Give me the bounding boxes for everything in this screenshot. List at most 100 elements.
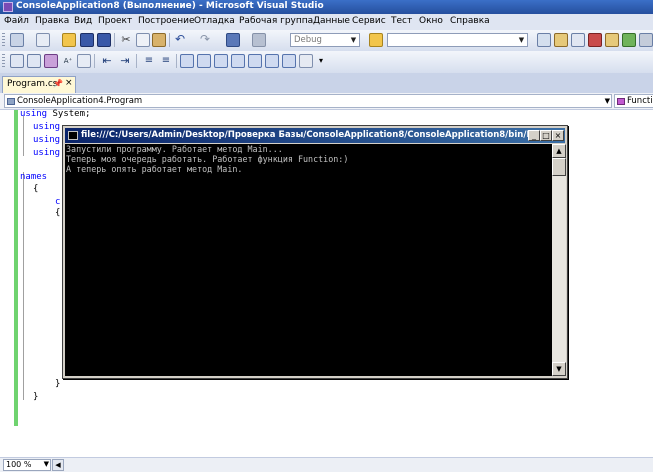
config-value: Debug	[294, 35, 322, 45]
console-vertical-scrollbar[interactable]: ▲ ▼	[552, 144, 566, 376]
find-combo[interactable]: ▼	[387, 33, 528, 47]
toolbar-grip[interactable]	[2, 33, 5, 47]
standard-toolbar: ✂ ↶ ↷ Debug ▼ ▼	[0, 30, 653, 52]
text-editor-toolbar: A⁺ ⇤ ⇥ ≡ ≡ ▾	[0, 51, 653, 74]
keyword: names	[20, 172, 48, 182]
code-brace-close-inner: }	[55, 379, 61, 389]
start-page-icon[interactable]	[622, 33, 636, 47]
new-project-icon[interactable]	[10, 33, 24, 47]
redo-icon[interactable]: ↷	[198, 33, 212, 47]
save-all-icon[interactable]	[97, 33, 111, 47]
display-object-member-list-icon[interactable]	[10, 54, 24, 68]
toolbar-options-icon[interactable]: ▾	[314, 54, 328, 68]
pin-icon[interactable]: 📌	[53, 79, 63, 88]
add-item-icon[interactable]	[36, 33, 50, 47]
scroll-thumb[interactable]	[552, 158, 566, 176]
member-selector-combo[interactable]: Function	[614, 94, 653, 108]
scroll-up-button[interactable]: ▲	[552, 144, 566, 158]
menu-build[interactable]: Построение	[138, 16, 195, 26]
menu-data[interactable]: Данные	[313, 16, 350, 26]
console-icon	[68, 131, 78, 140]
toolbox-icon[interactable]	[588, 33, 602, 47]
code-line-4: using	[33, 148, 60, 158]
copy-icon[interactable]	[136, 33, 150, 47]
properties-icon[interactable]	[554, 33, 568, 47]
chevron-down-icon[interactable]: ▼	[516, 34, 527, 46]
menu-help[interactable]: Справка	[450, 16, 490, 26]
navigate-backward-icon[interactable]	[226, 33, 240, 47]
parameter-info-icon[interactable]	[27, 54, 41, 68]
uncomment-icon[interactable]: ≡	[159, 54, 173, 68]
menu-window[interactable]: Окно	[419, 16, 443, 26]
keyword: using	[33, 135, 61, 145]
console-window[interactable]: file:///C:/Users/Admin/Desktop/Проверка …	[62, 125, 568, 379]
bookmark-folder-previous-icon[interactable]	[231, 54, 245, 68]
find-in-files-icon[interactable]	[369, 33, 383, 47]
code-brace-close: }	[33, 392, 39, 402]
chevron-down-icon[interactable]: ▼	[605, 95, 610, 107]
chevron-down-icon[interactable]: ▼	[44, 460, 49, 468]
toolbar-separator	[176, 54, 177, 68]
zoom-value: 100 %	[6, 460, 32, 469]
code-brace-open: {	[33, 184, 39, 194]
menu-file[interactable]: Файл	[4, 16, 29, 26]
zoom-combo[interactable]: 100 % ▼	[3, 459, 51, 471]
class-icon	[7, 98, 15, 105]
menu-test[interactable]: Тест	[391, 16, 412, 26]
open-folder-icon[interactable]	[62, 33, 76, 47]
menu-tools[interactable]: Сервис	[352, 16, 386, 26]
type-selector-combo[interactable]: ConsoleApplication4.Program ▼	[4, 94, 612, 108]
menu-project[interactable]: Проект	[98, 16, 132, 26]
menu-view[interactable]: Вид	[74, 16, 92, 26]
other-windows-icon[interactable]	[639, 33, 653, 47]
close-button[interactable]: ×	[552, 130, 564, 141]
comment-out-icon[interactable]: ≡	[142, 54, 156, 68]
close-icon[interactable]: ×	[65, 78, 73, 88]
console-line: Теперь моя очередь работать. Работает фу…	[66, 154, 349, 164]
code-line-2: using	[33, 122, 60, 132]
console-title-bar[interactable]: file:///C:/Users/Admin/Desktop/Проверка …	[65, 128, 565, 143]
editor-status-bar: 100 % ▼ ◀	[0, 457, 653, 472]
console-title: file:///C:/Users/Admin/Desktop/Проверка …	[81, 130, 562, 140]
tab-program-cs[interactable]: Program.cs 📌 ×	[2, 76, 76, 93]
chevron-down-icon[interactable]: ▼	[348, 34, 359, 46]
bookmark-file-next-icon[interactable]	[282, 54, 296, 68]
solution-explorer-icon[interactable]	[537, 33, 551, 47]
start-debugging-icon[interactable]	[252, 33, 266, 47]
maximize-button[interactable]: □	[540, 130, 552, 141]
console-output[interactable]: Запустили программу. Работает метод Main…	[65, 144, 552, 376]
change-tracking-bar	[14, 110, 18, 426]
solution-configuration-combo[interactable]: Debug ▼	[290, 33, 360, 47]
bookmark-file-previous-icon[interactable]	[265, 54, 279, 68]
display-word-completion-icon[interactable]	[77, 54, 91, 68]
toolbar-separator	[94, 54, 95, 68]
menu-debug[interactable]: Отладка	[194, 16, 235, 26]
bookmark-next-icon[interactable]	[214, 54, 228, 68]
scroll-down-button[interactable]: ▼	[552, 362, 566, 376]
window-title: ConsoleApplication8 (Выполнение) - Micro…	[16, 1, 324, 11]
navigation-bar: ConsoleApplication4.Program ▼ Function	[0, 93, 653, 110]
toolbar-separator	[136, 54, 137, 68]
minimize-button[interactable]: _	[528, 130, 540, 141]
clear-bookmarks-icon[interactable]	[299, 54, 313, 68]
bookmark-previous-icon[interactable]	[197, 54, 211, 68]
bookmark-toggle-icon[interactable]	[180, 54, 194, 68]
object-browser-icon[interactable]	[571, 33, 585, 47]
save-icon[interactable]	[80, 33, 94, 47]
paste-icon[interactable]	[152, 33, 166, 47]
undo-icon[interactable]: ↶	[173, 33, 187, 47]
class-view-icon[interactable]	[605, 33, 619, 47]
menu-team[interactable]: Рабочая группа	[239, 16, 313, 26]
quick-info-icon[interactable]	[44, 54, 58, 68]
keyword: using	[33, 122, 61, 132]
menu-edit[interactable]: Правка	[35, 16, 69, 26]
increase-indent-icon[interactable]: ⇥	[118, 54, 132, 68]
decrease-indent-icon[interactable]: ⇤	[100, 54, 114, 68]
bookmark-folder-next-icon[interactable]	[248, 54, 262, 68]
console-line: А теперь опять работает метод Main.	[66, 164, 243, 174]
toolbar-grip[interactable]	[2, 54, 5, 68]
scroll-left-button[interactable]: ◀	[52, 459, 64, 471]
cut-icon[interactable]: ✂	[119, 33, 133, 47]
keyword: c	[55, 197, 61, 207]
complete-word-icon[interactable]: A⁺	[61, 54, 75, 68]
